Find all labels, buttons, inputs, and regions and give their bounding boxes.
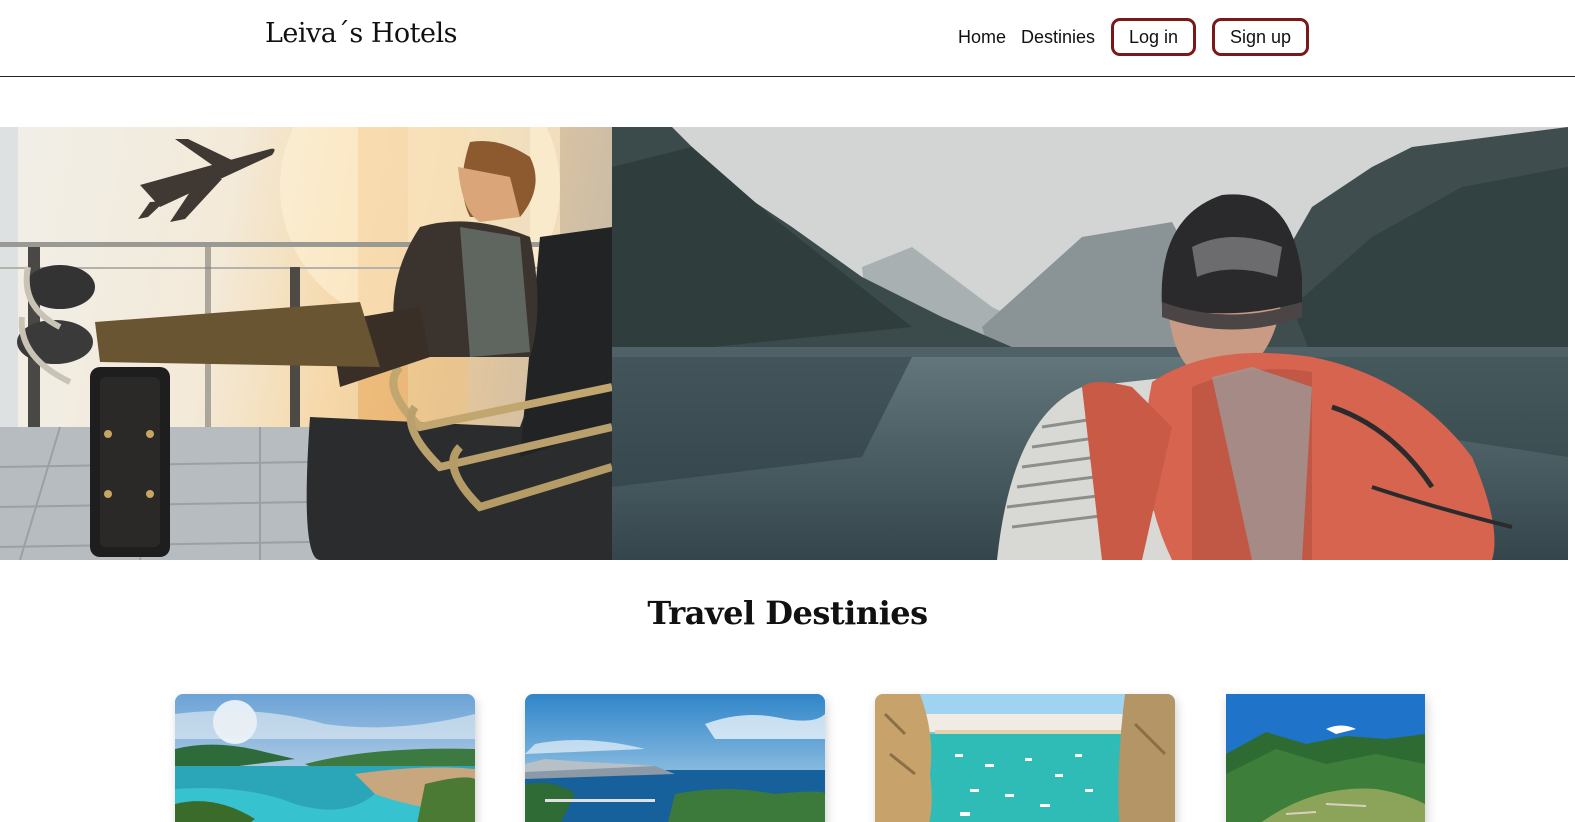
signup-button[interactable]: Sign up (1212, 18, 1310, 56)
hero-banner (0, 127, 1568, 560)
traveler-airport-photo (0, 127, 612, 560)
cliff-beach-boats-photo (875, 694, 1175, 822)
destinations-title: Travel Destinies (647, 594, 928, 632)
destination-card[interactable] (875, 694, 1175, 822)
site-header: Leiva´s Hotels Home Destinies Log in Sig… (0, 0, 1575, 77)
backpacker-lake-photo (612, 127, 1568, 560)
destination-cards (0, 694, 1575, 822)
destination-card[interactable] (525, 694, 825, 822)
login-button[interactable]: Log in (1111, 18, 1197, 56)
destination-card[interactable] (1226, 694, 1425, 822)
mediterranean-bay-photo (175, 694, 475, 822)
destination-card[interactable] (175, 694, 475, 822)
coastal-harbor-photo (525, 694, 825, 822)
nav-destinies-link[interactable]: Destinies (1021, 27, 1095, 48)
brand-logo[interactable]: Leiva´s Hotels (265, 18, 457, 49)
mountain-valley-photo (1226, 694, 1425, 822)
main-nav: Home Destinies Log in Sign up (958, 18, 1310, 56)
nav-home-link[interactable]: Home (958, 27, 1006, 48)
